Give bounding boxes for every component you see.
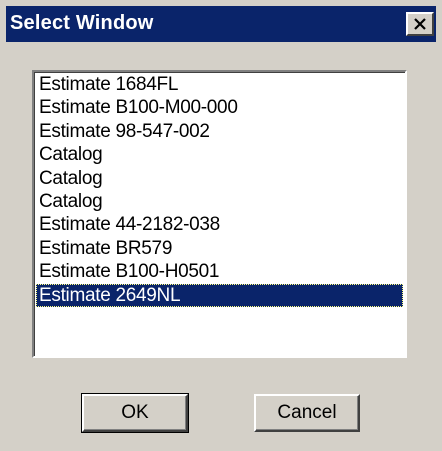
list-item[interactable]: Estimate BR579 [36,237,403,260]
list-item[interactable]: Estimate 98-547-002 [36,120,403,143]
list-item[interactable]: Catalog [36,190,403,213]
title-bar[interactable]: Select Window [6,6,436,42]
select-window-dialog: Select Window Estimate 1684FL Estimate B… [0,0,442,451]
list-item[interactable]: Estimate 44-2182-038 [36,213,403,236]
ok-button[interactable]: OK [81,393,189,433]
list-item[interactable]: Estimate B100-H0501 [36,260,403,283]
close-icon [414,18,426,30]
window-listbox[interactable]: Estimate 1684FL Estimate B100-M00-000 Es… [32,70,407,358]
list-item[interactable]: Catalog [36,143,403,166]
close-button[interactable] [406,12,434,36]
list-item[interactable]: Estimate 1684FL [36,73,403,96]
cancel-button[interactable]: Cancel [254,394,360,432]
dialog-title: Select Window [10,12,154,34]
list-item[interactable]: Estimate B100-M00-000 [36,96,403,119]
list-item[interactable]: Catalog [36,167,403,190]
window-list: Estimate 1684FL Estimate B100-M00-000 Es… [36,73,403,307]
list-item-selected[interactable]: Estimate 2649NL [36,283,403,307]
